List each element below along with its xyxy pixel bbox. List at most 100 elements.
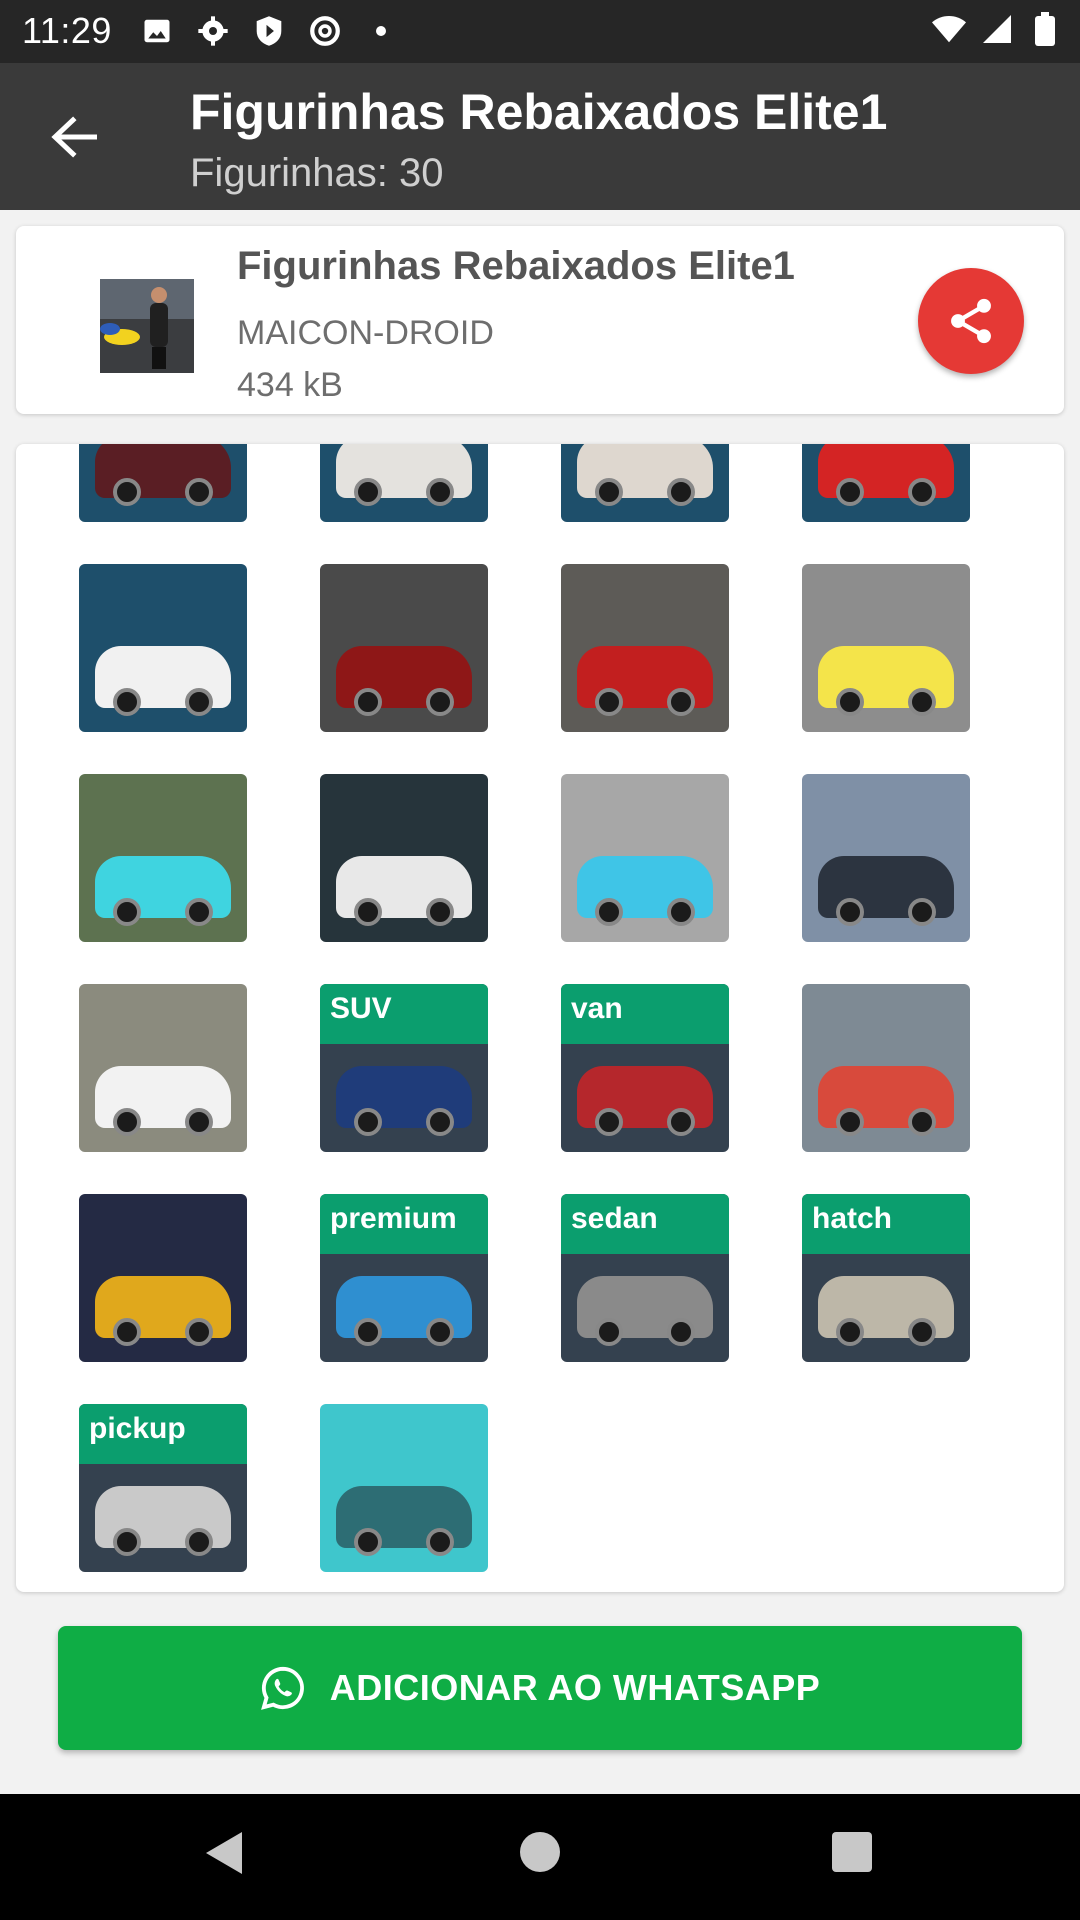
sticker-grid: SUV van premium sedan hatch pickup xyxy=(16,444,1064,1592)
sticker-wheel xyxy=(908,898,936,926)
pack-publisher: MAICON-DROID xyxy=(237,314,494,352)
sticker-label: premium xyxy=(320,1194,488,1254)
share-button[interactable] xyxy=(918,268,1024,374)
sticker-wheel xyxy=(836,688,864,716)
sticker-wheel xyxy=(113,1108,141,1136)
sticker-item[interactable] xyxy=(79,984,247,1152)
shield-play-icon xyxy=(252,14,286,48)
sticker-wheel xyxy=(354,478,382,506)
sticker-wheel xyxy=(185,688,213,716)
sticker-count: Figurinhas: 30 xyxy=(190,151,444,195)
sticker-item[interactable]: van xyxy=(561,984,729,1152)
sticker-wheel xyxy=(667,1108,695,1136)
share-icon xyxy=(951,298,991,344)
whatsapp-icon xyxy=(260,1666,304,1710)
sticker-wheel xyxy=(113,1318,141,1346)
sticker-item[interactable] xyxy=(79,1194,247,1362)
sticker-item[interactable]: pickup xyxy=(79,1404,247,1572)
sticker-label: sedan xyxy=(561,1194,729,1254)
sticker-wheel xyxy=(354,1108,382,1136)
sticker-wheel xyxy=(595,688,623,716)
add-to-whatsapp-button[interactable]: ADICIONAR AO WHATSAPP xyxy=(58,1626,1022,1750)
status-notification-icons xyxy=(140,14,398,48)
arrow-left-icon xyxy=(51,116,97,158)
sticker-wheel xyxy=(113,898,141,926)
sticker-item[interactable]: sedan xyxy=(561,1194,729,1362)
app-toolbar: Figurinhas Rebaixados Elite1 Figurinhas:… xyxy=(0,63,1080,210)
sticker-wheel xyxy=(185,1108,213,1136)
sticker-wheel xyxy=(908,1318,936,1346)
add-to-whatsapp-label: ADICIONAR AO WHATSAPP xyxy=(329,1667,821,1708)
sticker-wheel xyxy=(185,1528,213,1556)
sticker-item[interactable] xyxy=(561,444,729,522)
sticker-grid-card: SUV van premium sedan hatch pickup xyxy=(16,444,1064,1592)
sticker-wheel xyxy=(426,688,454,716)
at-sign-icon xyxy=(308,14,342,48)
dot-icon xyxy=(364,14,398,48)
sticker-item[interactable] xyxy=(320,1404,488,1572)
sticker-item[interactable] xyxy=(802,444,970,522)
sticker-wheel xyxy=(595,1318,623,1346)
sticker-item[interactable] xyxy=(79,564,247,732)
sticker-wheel xyxy=(908,478,936,506)
page-title: Figurinhas Rebaixados Elite1 xyxy=(190,84,888,140)
pack-name: Figurinhas Rebaixados Elite1 xyxy=(237,244,795,288)
sticker-item[interactable]: hatch xyxy=(802,1194,970,1362)
sticker-item[interactable] xyxy=(79,444,247,522)
pack-tray-icon xyxy=(100,279,194,373)
navigation-bar xyxy=(0,1794,1080,1920)
sticker-label: hatch xyxy=(802,1194,970,1254)
sticker-item[interactable] xyxy=(320,564,488,732)
sticker-wheel xyxy=(836,898,864,926)
sticker-item[interactable]: SUV xyxy=(320,984,488,1152)
nav-home-button[interactable] xyxy=(520,1832,560,1872)
sticker-item[interactable]: premium xyxy=(320,1194,488,1362)
sticker-wheel xyxy=(113,1528,141,1556)
signal-icon xyxy=(980,12,1014,46)
sticker-wheel xyxy=(426,1528,454,1556)
sticker-wheel xyxy=(667,688,695,716)
sticker-wheel xyxy=(113,688,141,716)
sticker-item[interactable] xyxy=(320,444,488,522)
sticker-wheel xyxy=(426,478,454,506)
sticker-wheel xyxy=(354,898,382,926)
sticker-item[interactable] xyxy=(320,774,488,942)
nav-back-button[interactable] xyxy=(204,1830,244,1881)
wifi-icon xyxy=(932,12,966,46)
sticker-item[interactable] xyxy=(561,774,729,942)
sticker-label: van xyxy=(561,984,729,1044)
nav-recents-button[interactable] xyxy=(832,1832,872,1872)
sticker-item[interactable] xyxy=(802,984,970,1152)
sticker-item[interactable] xyxy=(802,774,970,942)
sticker-wheel xyxy=(908,688,936,716)
sticker-wheel xyxy=(667,898,695,926)
status-system-icons xyxy=(932,12,1062,46)
sticker-wheel xyxy=(836,1318,864,1346)
sticker-wheel xyxy=(667,478,695,506)
battery-icon xyxy=(1028,12,1062,46)
sticker-wheel xyxy=(836,1108,864,1136)
sticker-item[interactable] xyxy=(79,774,247,942)
back-button[interactable] xyxy=(44,107,104,167)
sticker-wheel xyxy=(426,1318,454,1346)
nav-back-icon xyxy=(206,1832,242,1874)
sticker-label: pickup xyxy=(79,1404,247,1464)
sticker-wheel xyxy=(595,898,623,926)
sticker-wheel xyxy=(595,1108,623,1136)
pack-header-card: Figurinhas Rebaixados Elite1 MAICON-DROI… xyxy=(16,226,1064,414)
image-icon xyxy=(140,14,174,48)
sticker-wheel xyxy=(185,1318,213,1346)
sticker-item[interactable] xyxy=(802,564,970,732)
sticker-wheel xyxy=(354,1318,382,1346)
pack-size: 434 kB xyxy=(237,366,343,404)
status-time: 11:29 xyxy=(22,10,112,51)
sticker-item[interactable] xyxy=(561,564,729,732)
sticker-wheel xyxy=(667,1318,695,1346)
gear-icon xyxy=(196,14,230,48)
sticker-wheel xyxy=(185,898,213,926)
status-bar: 11:29 xyxy=(0,0,1080,63)
sticker-label: SUV xyxy=(320,984,488,1044)
sticker-wheel xyxy=(113,478,141,506)
sticker-wheel xyxy=(908,1108,936,1136)
sticker-wheel xyxy=(185,478,213,506)
